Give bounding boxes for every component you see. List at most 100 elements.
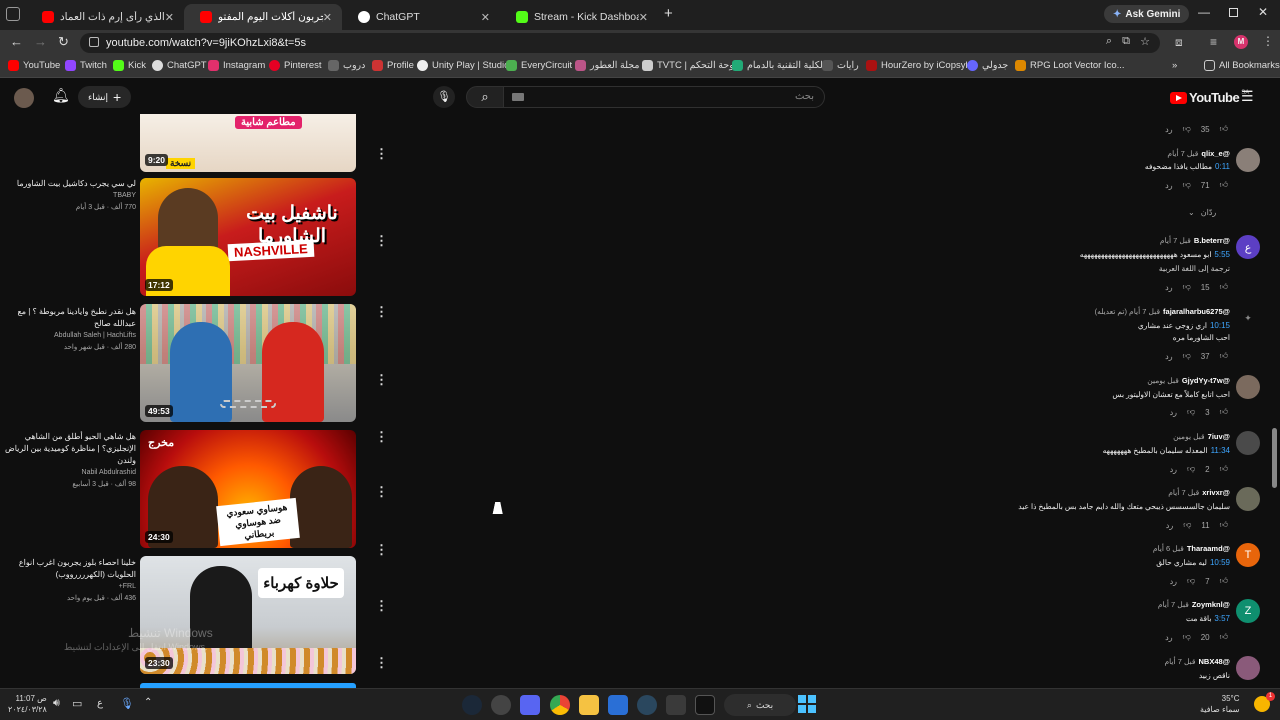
video-thumbnail[interactable]: حلاوة كهرباء 23:30 xyxy=(140,556,356,674)
bookmark-college[interactable]: الكلية التقنية بالدمام xyxy=(732,60,825,71)
bookmark-profile[interactable]: Profile xyxy=(372,60,414,71)
like-icon[interactable]: 👍︎ xyxy=(1220,632,1228,642)
like-icon[interactable]: 👍︎ xyxy=(1220,407,1228,417)
replies-toggle[interactable]: ردّان ⌄ xyxy=(1188,208,1216,217)
guide-menu-icon[interactable]: ☰ xyxy=(1241,88,1254,105)
media-controls-icon[interactable]: ≡ xyxy=(1210,35,1217,49)
new-tab-icon[interactable]: + xyxy=(664,5,673,22)
search-input[interactable]: بحث xyxy=(503,86,825,108)
comment-timestamp-link[interactable]: 10:59 xyxy=(1210,558,1230,567)
video-more-icon[interactable]: ⋮ xyxy=(375,233,388,249)
comment-time[interactable]: قبل 7 أيام xyxy=(1165,657,1196,666)
commenter-avatar[interactable] xyxy=(1236,148,1260,172)
bookmark-hourzero[interactable]: HourZero by iCopsyle xyxy=(866,60,973,71)
commenter-avatar[interactable]: ✦ xyxy=(1236,306,1260,330)
bookmark-twitch[interactable]: Twitch xyxy=(65,60,107,71)
app-taskbar-icon[interactable] xyxy=(491,695,511,715)
back-icon[interactable]: ← xyxy=(10,34,23,49)
bookmark-pinterest[interactable]: Pinterest xyxy=(269,60,322,71)
bookmark-perfume[interactable]: مجلة العطور xyxy=(575,60,640,71)
dislike-icon[interactable]: 👎︎ xyxy=(1187,576,1195,586)
video-more-icon[interactable]: ⋮ xyxy=(375,484,388,500)
reply-button[interactable]: رد xyxy=(1170,465,1177,474)
reply-button[interactable]: رد xyxy=(1165,181,1172,190)
comment-time[interactable]: قبل 7 أيام xyxy=(1158,600,1189,609)
comment-author[interactable]: @B.beterr xyxy=(1194,236,1230,245)
bookmark-droob[interactable]: دروب xyxy=(328,60,365,71)
bookmark-unity[interactable]: Unity Play | Studio xyxy=(417,60,509,71)
commenter-avatar[interactable]: Z xyxy=(1236,599,1260,623)
video-info[interactable]: هل نقدر نطبخ وايادينا مربوطة ؟ | مع عبدا… xyxy=(4,306,136,354)
dislike-icon[interactable]: 👎︎ xyxy=(1187,464,1195,474)
comment-author[interactable]: @qlix_e xyxy=(1201,149,1230,158)
comment-time[interactable]: قبل يومين xyxy=(1173,432,1205,441)
commenter-avatar[interactable] xyxy=(1236,431,1260,455)
notifications-bell-icon[interactable]: 🔔︎ xyxy=(52,87,70,104)
like-icon[interactable]: 👍︎ xyxy=(1220,180,1228,190)
video-more-icon[interactable]: ⋮ xyxy=(375,304,388,320)
dislike-icon[interactable]: 👎︎ xyxy=(1187,407,1195,417)
close-tab-icon[interactable]: ✕ xyxy=(165,11,174,24)
comment-time[interactable]: قبل 7 أيام xyxy=(1168,488,1199,497)
video-more-icon[interactable]: ⋮ xyxy=(375,542,388,558)
comment-timestamp-link[interactable]: 0:11 xyxy=(1215,162,1230,171)
translate-link[interactable]: ترجمة إلى اللغة العربية xyxy=(1159,264,1230,273)
commenter-avatar[interactable]: T xyxy=(1236,543,1260,567)
comment-author[interactable]: @GjydYy-t7w xyxy=(1182,376,1230,385)
zoom-icon[interactable]: ⌕ xyxy=(1106,35,1112,48)
comment-author[interactable]: @7iuv xyxy=(1208,432,1230,441)
reply-button[interactable]: رد xyxy=(1170,408,1177,417)
discord-taskbar-icon[interactable] xyxy=(520,695,540,715)
reply-button[interactable]: رد xyxy=(1170,577,1177,586)
ask-gemini-button[interactable]: ✦ Ask Gemini xyxy=(1104,5,1190,23)
dislike-icon[interactable]: 👎︎ xyxy=(1183,124,1191,134)
video-thumbnail[interactable]: مطاعم شابية نسخة 9:20 xyxy=(140,114,356,172)
steam-taskbar-icon[interactable] xyxy=(462,695,482,715)
create-button[interactable]: إنشاء + xyxy=(78,86,132,108)
dislike-icon[interactable]: 👎︎ xyxy=(1183,180,1191,190)
close-tab-icon[interactable]: ✕ xyxy=(481,11,490,24)
user-avatar[interactable] xyxy=(14,88,34,108)
comment-time[interactable]: قبل 7 أيام xyxy=(1167,149,1198,158)
terminal-taskbar-icon[interactable] xyxy=(695,695,715,715)
comment-author[interactable]: @NBX48 xyxy=(1198,657,1230,666)
commenter-avatar[interactable] xyxy=(1236,375,1260,399)
snipping-tool-taskbar-icon[interactable] xyxy=(666,695,686,715)
comment-author[interactable]: @Tharaamd xyxy=(1187,544,1230,553)
bookmark-jadwali[interactable]: جدولي xyxy=(967,60,1008,71)
like-icon[interactable]: 👍︎ xyxy=(1220,576,1228,586)
commenter-avatar[interactable] xyxy=(1236,656,1260,680)
comment-time[interactable]: قبل 6 أيام xyxy=(1153,544,1184,553)
comment-author[interactable]: @Zoymknl xyxy=(1192,600,1230,609)
keyboard-icon[interactable] xyxy=(512,93,524,101)
browser-tab-4[interactable]: Stream - Kick Dashboard ✕ xyxy=(500,4,658,30)
site-info-icon[interactable] xyxy=(89,37,99,47)
browser-menu-icon[interactable]: ⋮ xyxy=(1262,34,1274,48)
video-more-icon[interactable]: ⋮ xyxy=(375,598,388,614)
comment-time[interactable]: قبل يومين xyxy=(1147,376,1179,385)
reply-button[interactable]: رد xyxy=(1165,125,1172,134)
reply-button[interactable]: رد xyxy=(1165,283,1172,292)
reply-button[interactable]: رد xyxy=(1165,633,1172,642)
microphone-icon[interactable]: 🎙︎ xyxy=(120,697,134,710)
browser-tab-2[interactable]: انسباير يجربون أكلات اليوم المفتو... ✕ xyxy=(184,4,342,30)
like-icon[interactable]: 👍︎ xyxy=(1220,124,1228,134)
bookmark-chatgpt[interactable]: ChatGPT xyxy=(152,60,207,71)
reload-icon[interactable]: ↻ xyxy=(58,34,69,50)
like-icon[interactable]: 👍︎ xyxy=(1220,282,1228,292)
like-icon[interactable]: 👍︎ xyxy=(1220,351,1228,361)
extensions-icon[interactable]: ⧈ xyxy=(1175,35,1183,50)
dislike-icon[interactable]: 👎︎ xyxy=(1183,282,1191,292)
video-info[interactable]: هل شاهي الحيو أطلق من الشاهي الإنجليزي؟ … xyxy=(4,431,136,491)
clock[interactable]: 11:07 ص ٢٠٢٤/٠٣/٢٨ xyxy=(8,693,47,715)
dislike-icon[interactable]: 👎︎ xyxy=(1183,632,1191,642)
video-more-icon[interactable]: ⋮ xyxy=(375,146,388,162)
windows-start-icon[interactable] xyxy=(798,695,816,713)
comment-timestamp-link[interactable]: 3:57 xyxy=(1214,614,1230,623)
restore-icon[interactable] xyxy=(1229,8,1238,17)
video-thumbnail[interactable]: ناشفيل بيت الشاورما NASHVILLE 17:12 xyxy=(140,178,356,296)
video-info[interactable]: لي سي يجرب دكاشيل بيت الشاورما TBABY 770… xyxy=(4,178,136,214)
close-tab-icon[interactable]: ✕ xyxy=(639,11,648,24)
like-icon[interactable]: 👍︎ xyxy=(1220,520,1228,530)
browser-tab-1[interactable]: الرجل الذي رأى إرم ذات العماد : ... ✕ xyxy=(26,4,184,30)
